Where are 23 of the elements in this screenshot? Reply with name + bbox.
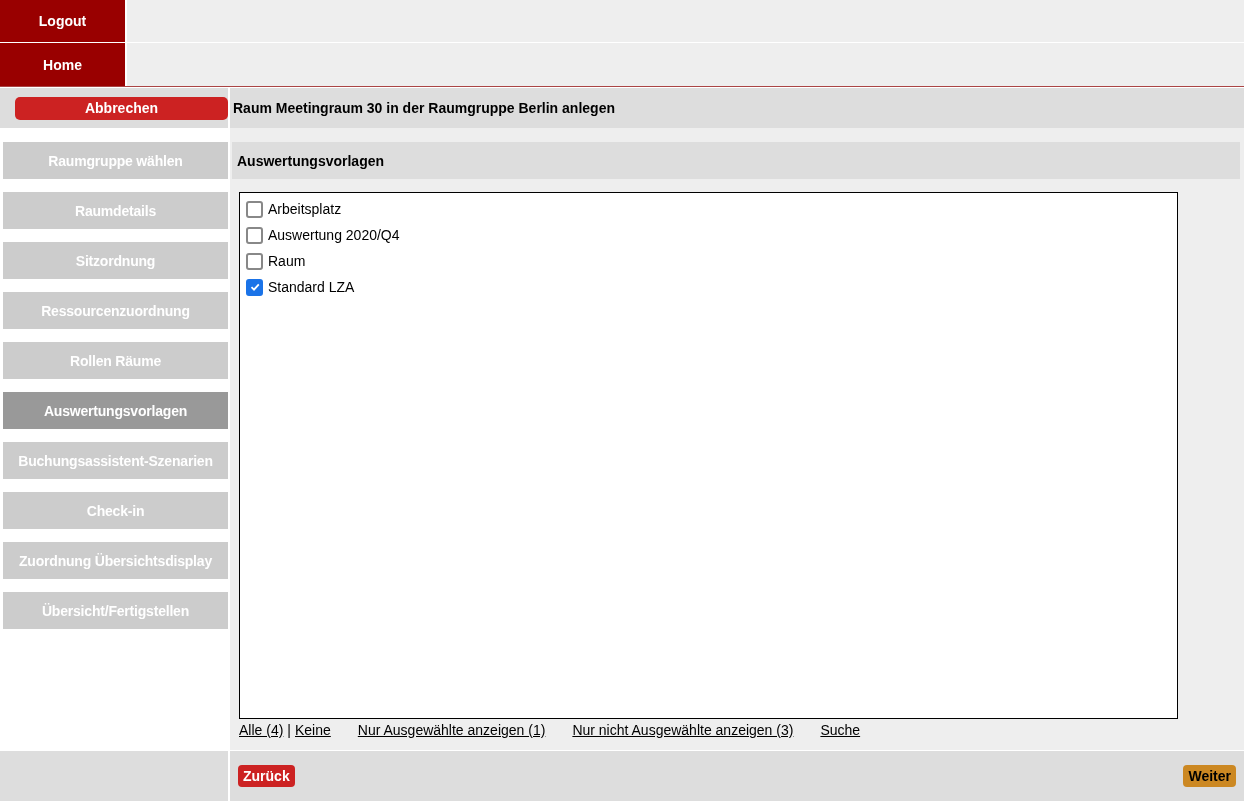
show-selected-link[interactable]: Nur Ausgewählte anzeigen (1)	[357, 722, 546, 738]
page-title: Raum Meetingraum 30 in der Raumgruppe Berlin anlegen	[233, 100, 615, 116]
search-link[interactable]: Suche	[820, 722, 861, 738]
template-label: Raum	[268, 253, 306, 269]
checkmark-icon	[248, 281, 261, 293]
select-none-link[interactable]: Keine	[295, 722, 331, 738]
template-label: Arbeitsplatz	[268, 201, 342, 217]
template-label: Standard LZA	[268, 279, 355, 295]
template-label: Auswertung 2020/Q4	[268, 227, 400, 243]
cancel-button[interactable]: Abbrechen	[15, 96, 228, 120]
show-unselected-link[interactable]: Nur nicht Ausgewählte anzeigen (3)	[572, 722, 794, 738]
wizard-step[interactable]: Auswertungsvorlagen	[3, 392, 228, 429]
separator: |	[287, 722, 291, 738]
nav-link[interactable]: Home	[0, 43, 127, 86]
section-header: Auswertungsvorlagen	[232, 142, 1240, 179]
next-button[interactable]: Weiter	[1183, 765, 1236, 787]
checkbox[interactable]	[246, 278, 263, 296]
checkbox[interactable]	[246, 252, 263, 270]
checkbox[interactable]	[246, 200, 263, 218]
back-button[interactable]: Zurück	[238, 765, 295, 787]
checkbox[interactable]	[246, 226, 263, 244]
select-all-link[interactable]: Alle (4)	[239, 722, 284, 738]
nav-link[interactable]: Logout	[0, 0, 127, 42]
